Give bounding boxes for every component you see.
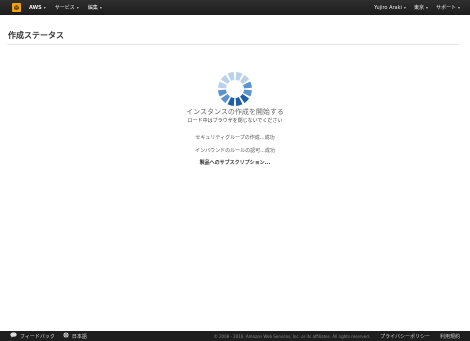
support-menu-label: サポート [435,5,456,11]
launch-heading: インスタンスの作成を開始する [186,108,284,116]
privacy-policy-link[interactable]: プライバシーポリシー [380,333,430,340]
copyright-text: © 2008 - 2016, Amazon Web Services, Inc.… [213,333,371,339]
top-navigation-bar: AWS ▾ サービス ▾ 編集 ▾ Yujiro Araki ▾ 東京 ▾ サポ… [0,0,470,15]
status-step-subscription: 製品へのサブスクリプション... [199,160,271,166]
spinner-icon [217,71,253,107]
status-step-inbound-rules: インバウンドのルールの認可...成功 [195,148,275,154]
chevron-down-icon: ▾ [76,5,79,10]
chevron-down-icon: ▾ [99,5,102,10]
user-menu[interactable]: Yujiro Araki ▾ [374,5,406,11]
feedback-label: フィードバック [20,333,55,340]
region-menu[interactable]: 東京 ▾ [414,4,428,11]
chevron-down-icon: ▾ [457,5,460,10]
aws-menu-label: AWS [29,4,42,11]
aws-logo-icon[interactable] [12,3,21,12]
terms-of-use-link[interactable]: 利用規約 [440,333,460,340]
services-menu-label: サービス [54,5,75,11]
chevron-down-icon: ▾ [425,5,428,10]
spinner-segment [220,94,230,104]
spinner-segment [220,74,230,84]
edit-menu[interactable]: 編集 ▾ [88,4,102,11]
spinner-segment [240,94,250,104]
region-menu-label: 東京 [413,5,424,11]
chevron-down-icon: ▾ [403,5,406,10]
page-title: 作成ステータス [8,31,64,40]
language-selector[interactable]: 日本語 [63,332,87,340]
services-menu[interactable]: サービス ▾ [55,4,79,11]
feedback-link[interactable]: フィードバック [10,332,55,340]
edit-menu-label: 編集 [87,5,98,11]
launch-status: インスタンスの作成を開始する ロード中はブラウザを閉じないでください セキュリテ… [0,108,470,167]
user-menu-label: Yujiro Araki [374,4,402,11]
launch-subtext: ロード中はブラウザを閉じないでください [187,118,283,124]
spinner-segment [240,74,250,84]
globe-icon [63,332,69,340]
status-step-security-group: セキュリティグループの作成...成功 [195,135,275,141]
chevron-down-icon: ▾ [43,5,46,10]
footer-bar: フィードバック 日本語 © 2008 - 2016, Amazon Web Se… [0,331,470,341]
language-label: 日本語 [71,333,87,340]
title-divider [7,44,459,45]
topbar-right-group: Yujiro Araki ▾ 東京 ▾ サポート ▾ [366,4,460,12]
support-menu[interactable]: サポート ▾ [436,4,460,11]
aws-menu[interactable]: AWS ▾ [29,5,46,11]
chat-bubble-icon [10,332,17,340]
